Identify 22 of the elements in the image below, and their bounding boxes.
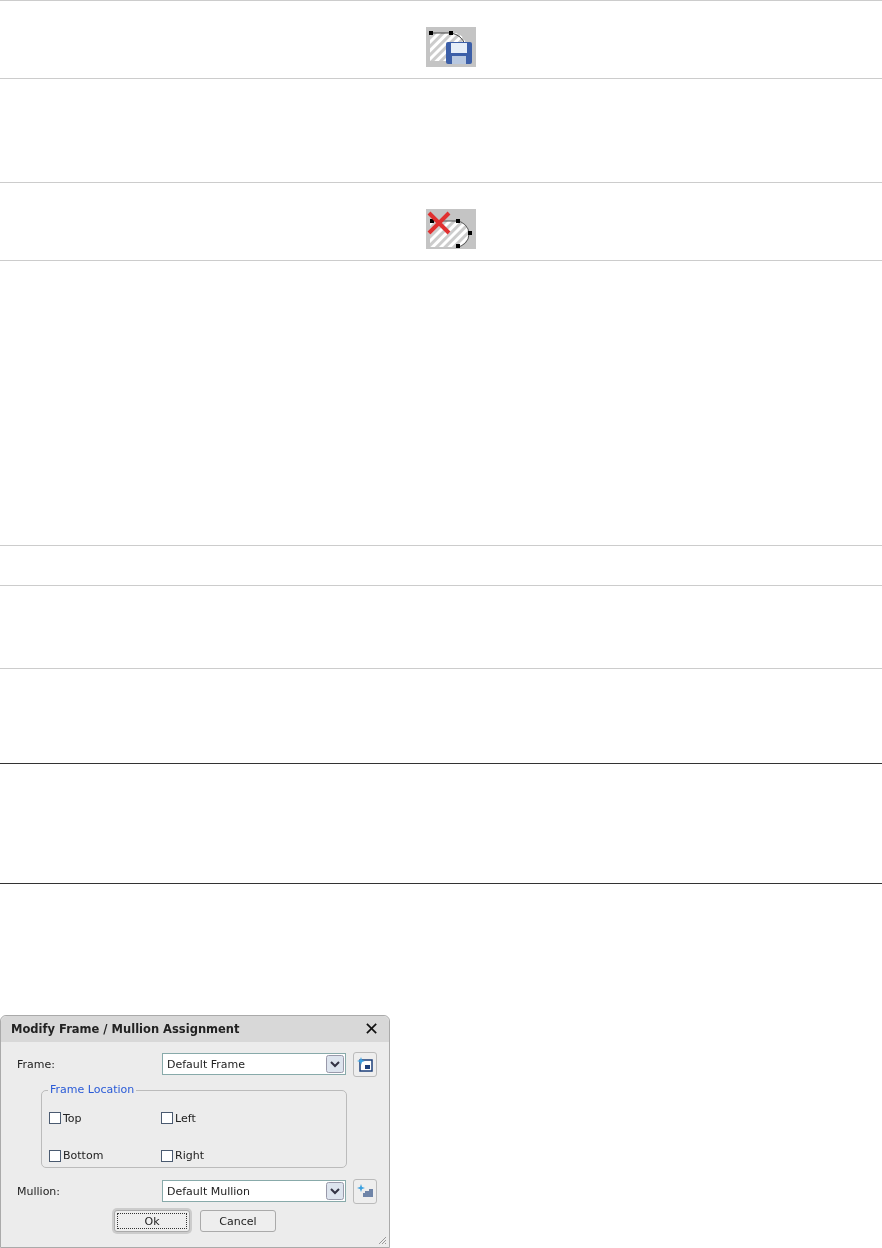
- checkbox[interactable]: Bottom: [49, 1144, 161, 1167]
- save-shape-icon[interactable]: [426, 27, 476, 67]
- delete-shape-icon[interactable]: [426, 209, 476, 249]
- dialog-title: Modify Frame / Mullion Assignment: [11, 1022, 240, 1036]
- close-button[interactable]: ✕: [364, 1020, 379, 1038]
- checkbox[interactable]: Right: [161, 1144, 261, 1167]
- new-frame-button[interactable]: [353, 1051, 377, 1077]
- mullion-label: Mullion:: [17, 1184, 62, 1198]
- dialog-button[interactable]: Ok: [114, 1210, 190, 1232]
- resize-grip-icon[interactable]: [377, 1235, 387, 1245]
- checkbox[interactable]: Top: [49, 1107, 161, 1130]
- sparkle-window-icon: [357, 1056, 373, 1072]
- mullion-dropdown[interactable]: Default Mullion: [162, 1180, 346, 1202]
- checkbox[interactable]: Left: [161, 1107, 261, 1130]
- sparkle-bars-icon: [357, 1183, 373, 1199]
- frame-dropdown[interactable]: Default Frame: [162, 1053, 346, 1075]
- new-mullion-button[interactable]: [353, 1178, 377, 1204]
- dropdown-caret-icon[interactable]: [326, 1055, 344, 1073]
- group-legend: Frame Location: [48, 1083, 137, 1096]
- dropdown-caret-icon[interactable]: [326, 1182, 344, 1200]
- frame-label: Frame:: [17, 1057, 56, 1071]
- dialog-button[interactable]: Cancel: [200, 1210, 276, 1232]
